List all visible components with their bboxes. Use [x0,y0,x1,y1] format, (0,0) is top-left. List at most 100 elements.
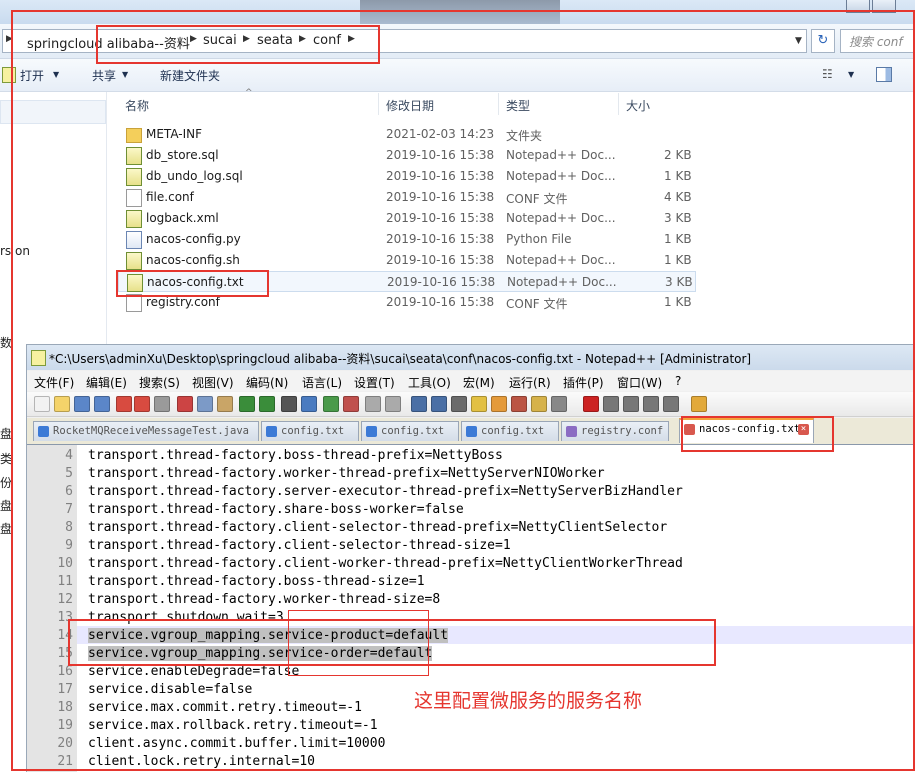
column-header-name[interactable]: 名称 [125,97,149,114]
chevron-down-icon[interactable]: ▼ [53,70,59,79]
save-macro-icon[interactable] [663,396,679,412]
monitor-icon[interactable] [551,396,567,412]
open-file-icon[interactable] [54,396,70,412]
replace-icon[interactable] [301,396,317,412]
open-button[interactable]: 打开 [20,67,44,84]
clipboard-icon[interactable] [691,396,707,412]
nav-item-fragment[interactable]: rs on [0,244,30,258]
share-button[interactable]: 共享 [92,67,116,84]
code-line[interactable]: service.disable=false [88,682,252,697]
menu-item[interactable]: ? [675,374,681,388]
redo-icon[interactable] [259,396,275,412]
file-row[interactable]: db_undo_log.sql 2019-10-16 15:38 Notepad++… [118,166,696,187]
code-line[interactable]: service.vgroup_mapping.service-order=def… [88,646,433,661]
chevron-down-icon[interactable]: ▼ [848,70,854,79]
code-line[interactable]: transport.thread-factory.client-worker-t… [88,556,683,571]
close-icon[interactable] [116,396,132,412]
file-row[interactable]: nacos-config.py 2019-10-16 15:38 Python Fi… [118,229,696,250]
nav-item-fragment[interactable]: 数 [0,334,12,351]
file-row[interactable]: nacos-config.sh 2019-10-16 15:38 Notepad++… [118,250,696,271]
column-header-modified[interactable]: 修改日期 [386,97,434,114]
run-macro-icon[interactable] [643,396,659,412]
file-row[interactable]: logback.xml 2019-10-16 15:38 Notepad++ Doc… [118,208,696,229]
sync-h-icon[interactable] [385,396,401,412]
code-line[interactable]: service.max.rollback.retry.timeout=-1 [88,718,378,733]
chevron-down-icon[interactable]: ▼ [795,36,802,46]
column-divider[interactable] [378,93,379,115]
all-chars-icon[interactable] [431,396,447,412]
code-line[interactable]: service.enableDegrade=false [88,664,299,679]
editor-area[interactable]: 4 5 6 7 8 9 10 11 12 13 14 15 16 17 18 19 20 21 transport… [27,445,915,772]
file-row[interactable]: registry.conf 2019-10-16 15:38 CONF 文件 1 KB [118,292,696,313]
menu-item[interactable]: 搜索(S) [139,374,180,391]
folder-as-ws-icon[interactable] [531,396,547,412]
refresh-icon[interactable]: ↻ [811,29,835,53]
paste-icon[interactable] [217,396,233,412]
search-input[interactable]: 搜索 conf [840,29,914,53]
code-line[interactable]: client.async.commit.buffer.limit=10000 [88,736,385,751]
chevron-down-icon[interactable]: ▼ [122,70,128,79]
nav-item-fragment[interactable]: 盘 [0,520,12,537]
nav-item-fragment[interactable]: 盘 [0,497,12,514]
maximize-button[interactable] [872,0,896,13]
code-line[interactable]: transport.thread-factory.client-selector… [88,538,511,553]
close-all-icon[interactable] [134,396,150,412]
code-line[interactable]: transport.thread-factory.server-executor… [88,484,683,499]
menu-item[interactable]: 视图(V) [192,374,234,391]
column-divider[interactable] [498,93,499,115]
code-line[interactable]: transport.thread-factory.worker-thread-p… [88,466,605,481]
code-line[interactable]: transport.thread-factory.boss-thread-pre… [88,448,503,463]
menu-item[interactable]: 插件(P) [563,374,604,391]
code-line[interactable]: transport.thread-factory.share-boss-work… [88,502,464,517]
code-line[interactable]: transport.thread-factory.worker-thread-s… [88,592,440,607]
play-macro-icon[interactable] [623,396,639,412]
view-options-icon[interactable]: ☷ [822,67,833,81]
copy-icon[interactable] [197,396,213,412]
code-line[interactable]: service.max.commit.retry.timeout=-1 [88,700,362,715]
column-divider[interactable] [618,93,619,115]
menu-item[interactable]: 编辑(E) [86,374,127,391]
new-folder-button[interactable]: 新建文件夹 [160,67,220,84]
minimize-button[interactable] [846,0,870,13]
zoom-in-icon[interactable] [323,396,339,412]
menu-item[interactable]: 宏(M) [463,374,495,391]
cut-icon[interactable] [177,396,193,412]
file-row[interactable]: nacos-config.txt 2019-10-16 15:38 Notepad+… [118,271,696,292]
code-line[interactable]: transport.shutdown.wait=3 [88,610,284,625]
column-header-type[interactable]: 类型 [506,97,530,114]
func-list-icon[interactable] [511,396,527,412]
doc-map-icon[interactable] [491,396,507,412]
print-icon[interactable] [154,396,170,412]
indent-guide-icon[interactable] [451,396,467,412]
address-input[interactable]: ▶ springcloud alibaba--资料 ▶ sucai ▶ seat… [2,29,807,53]
breadcrumb-item[interactable]: springcloud alibaba--资料 [27,33,190,52]
tab-0[interactable]: RocketMQReceiveMessageTest.java [33,421,259,441]
code-line[interactable]: client.lock.retry.internal=10 [88,754,315,769]
stop-macro-icon[interactable] [603,396,619,412]
menu-item[interactable]: 语言(L) [302,374,342,391]
menu-item[interactable]: 文件(F) [34,374,74,391]
code-line[interactable]: transport.thread-factory.client-selector… [88,520,667,535]
code-line[interactable]: transport.thread-factory.boss-thread-siz… [88,574,425,589]
file-row[interactable]: META-INF 2021-02-03 14:23 文件夹 [118,124,696,145]
menu-item[interactable]: 工具(O) [408,374,451,391]
wrap-icon[interactable] [411,396,427,412]
breadcrumb-item[interactable]: sucai [203,33,237,48]
preview-pane-icon[interactable] [876,67,892,82]
find-icon[interactable] [281,396,297,412]
nav-item-fragment[interactable]: 盘 [0,425,12,442]
save-all-icon[interactable] [94,396,110,412]
lang-icon[interactable] [471,396,487,412]
column-header-size[interactable]: 大小 [626,97,650,114]
save-icon[interactable] [74,396,90,412]
menu-item[interactable]: 设置(T) [354,374,395,391]
file-row[interactable]: file.conf 2019-10-16 15:38 CONF 文件 4 KB [118,187,696,208]
close-tab-icon[interactable]: × [798,424,809,435]
tab-5[interactable]: nacos-config.txt × [679,418,814,443]
sync-v-icon[interactable] [365,396,381,412]
menu-item[interactable]: 编码(N) [246,374,288,391]
new-file-icon[interactable] [34,396,50,412]
undo-icon[interactable] [239,396,255,412]
tab-1[interactable]: config.txt [261,421,359,441]
breadcrumb-item[interactable]: conf [313,33,341,48]
